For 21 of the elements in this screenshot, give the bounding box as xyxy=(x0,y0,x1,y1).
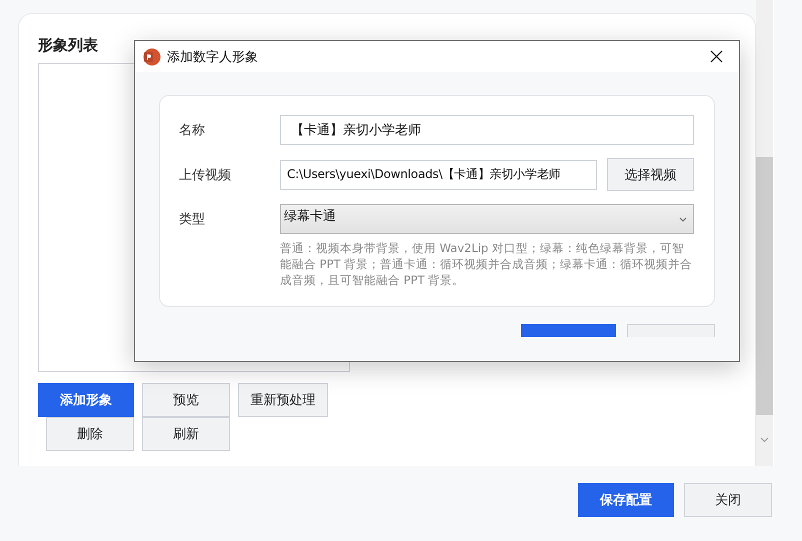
scrollbar[interactable] xyxy=(756,0,773,466)
field-label: 上传视频 xyxy=(179,166,232,184)
scroll-down-icon[interactable] xyxy=(760,437,769,443)
type-dropdown[interactable]: 绿幕卡通 xyxy=(280,204,694,234)
panel-button[interactable]: 重新预处理 xyxy=(238,383,328,417)
choose-video-button[interactable]: 选择视频 xyxy=(607,158,694,191)
help-text: 普通：视频本身带背景，使用 Wav2Lip 对口型；绿幕：纯色绿幕背景，可智能融合 PPT 背景；普通卡通：循环视频并合成音频；绿幕卡通：循环视频并合成音频，且可智能融合 PPT 背景。 xyxy=(280,240,694,288)
panel-button[interactable]: 添加形象 xyxy=(38,383,134,417)
panel-title: 形象列表 xyxy=(38,36,98,56)
dialog-title: 添加数字人形象 xyxy=(167,48,259,66)
app-logo-icon xyxy=(143,48,161,66)
chevron-down-icon xyxy=(679,216,687,222)
panel-button[interactable]: 删除 xyxy=(46,417,134,451)
field-label: 类型 xyxy=(179,211,206,228)
panel-button[interactable]: 预览 xyxy=(142,383,230,417)
field-label: 名称 xyxy=(179,122,206,139)
panel-button[interactable]: 刷新 xyxy=(142,417,230,451)
save-button[interactable]: 保存配置 xyxy=(578,483,674,517)
video-path-field[interactable]: C:\Users\yuexi\Downloads\【卡通】亲切小学老师 xyxy=(280,160,597,190)
close-button[interactable]: 关闭 xyxy=(684,483,772,517)
name-field[interactable]: 【卡通】亲切小学老师 xyxy=(280,115,694,145)
